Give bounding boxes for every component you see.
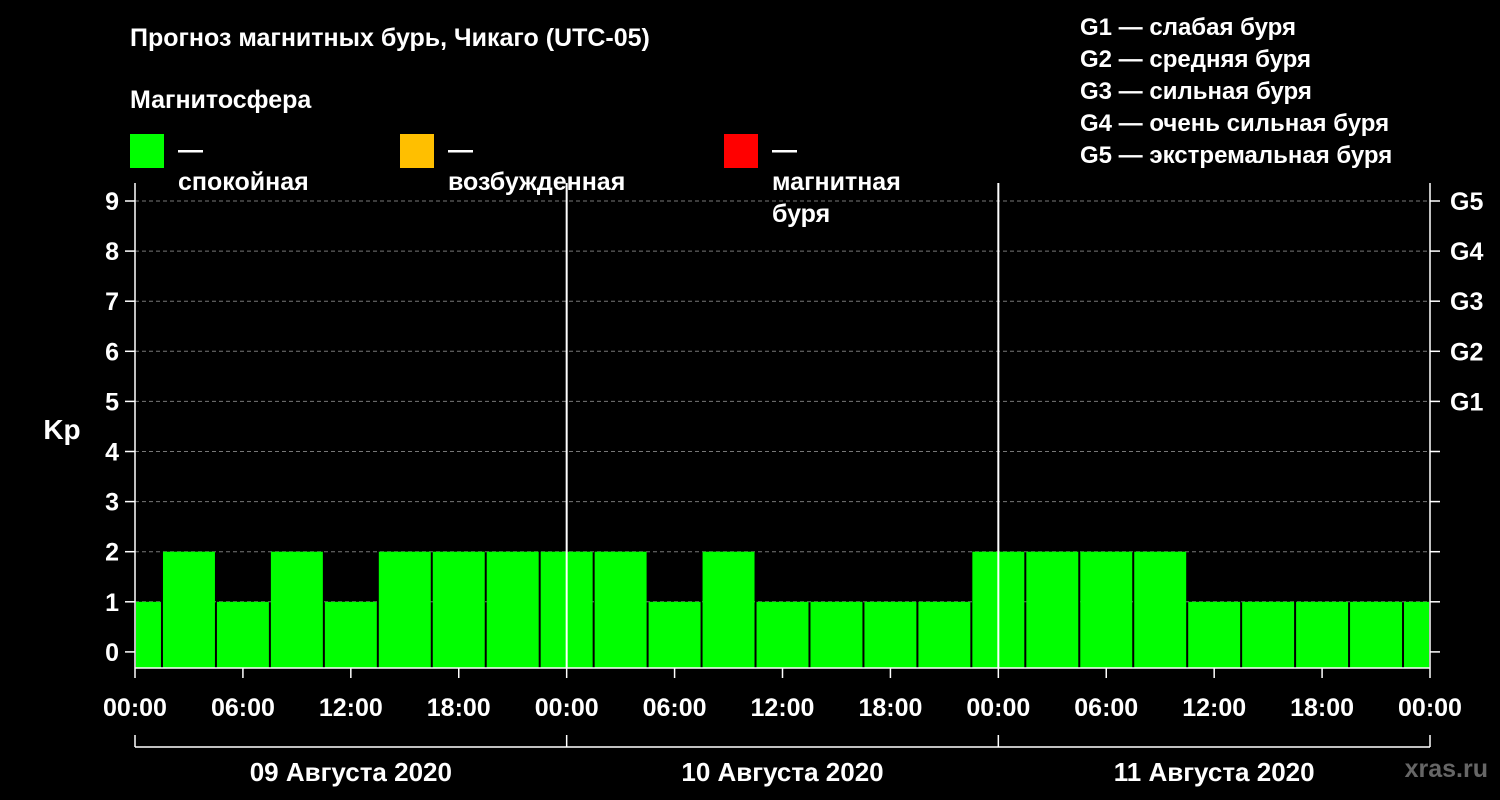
x-tick-label: 00:00 xyxy=(1398,694,1462,722)
site-watermark: xras.ru xyxy=(1404,755,1488,783)
x-tick-label: 18:00 xyxy=(858,694,922,722)
x-tick-label: 18:00 xyxy=(1290,694,1354,722)
x-tick-label: 12:00 xyxy=(751,694,815,722)
x-tick-label: 06:00 xyxy=(211,694,275,722)
y-tick-label: 9 xyxy=(105,188,119,216)
date-label: 11 Августа 2020 xyxy=(1114,757,1315,787)
bar xyxy=(1350,601,1403,668)
y-tick-label: 7 xyxy=(105,288,119,316)
date-label: 09 Августа 2020 xyxy=(250,757,452,787)
kp-bar-chart: 0 1 2 3 4 5 6 7 8 9 G1 G2 G3 G4 G5 Kp 00:00 06:00 12:00 18:… xyxy=(43,183,1483,787)
x-tick-label: 00:00 xyxy=(966,694,1030,722)
y-tick-label: 4 xyxy=(105,439,119,467)
bar xyxy=(136,601,161,668)
x-tick-label: 06:00 xyxy=(643,694,707,722)
bar xyxy=(918,601,971,668)
x-tick-label: 12:00 xyxy=(319,694,383,722)
bar xyxy=(378,551,431,668)
bar xyxy=(1404,601,1429,668)
y-tick-label: 2 xyxy=(105,539,119,567)
bar xyxy=(1242,601,1295,668)
g-scale-tick-label: G3 xyxy=(1450,288,1483,316)
bar xyxy=(756,601,809,668)
bar xyxy=(324,601,377,668)
y-tick-label: 6 xyxy=(105,338,119,366)
g-scale-tick-label: G1 xyxy=(1450,388,1483,416)
g-scale-tick-label: G2 xyxy=(1450,338,1483,366)
y-tick-label: 8 xyxy=(105,238,119,266)
y-tick-label: 5 xyxy=(105,388,119,416)
x-tick-label: 18:00 xyxy=(427,694,491,722)
y-tick-label: 0 xyxy=(105,639,119,667)
bar xyxy=(216,601,269,668)
bar xyxy=(648,601,701,668)
x-tick-label: 06:00 xyxy=(1074,694,1138,722)
g-scale-tick-label: G5 xyxy=(1450,188,1483,216)
bar xyxy=(1134,551,1187,668)
x-tick-label: 00:00 xyxy=(103,694,167,722)
bar xyxy=(162,551,215,668)
y-tick-label: 3 xyxy=(105,489,119,517)
bar xyxy=(432,551,485,668)
bar xyxy=(1296,601,1349,668)
grid-lines xyxy=(135,200,1430,603)
x-tick-label: 00:00 xyxy=(535,694,599,722)
bars-layer xyxy=(136,551,1429,668)
bar xyxy=(1026,551,1079,668)
bar xyxy=(1080,551,1133,668)
y-tick-label: 1 xyxy=(105,589,119,617)
bar xyxy=(864,601,917,668)
labels-layer: 0 1 2 3 4 5 6 7 8 9 G1 G2 G3 G4 G5 Kp 00:00 06:00 12:00 18:… xyxy=(43,188,1483,787)
date-label: 10 Августа 2020 xyxy=(681,757,883,787)
x-tick-label: 12:00 xyxy=(1182,694,1246,722)
bar xyxy=(486,551,539,668)
bar xyxy=(1188,601,1241,668)
g-scale-tick-label: G4 xyxy=(1450,238,1483,266)
bar xyxy=(702,551,755,668)
bar xyxy=(810,601,863,668)
y-axis-label: Kp xyxy=(43,414,80,445)
bar xyxy=(270,551,323,668)
bar xyxy=(594,551,647,668)
